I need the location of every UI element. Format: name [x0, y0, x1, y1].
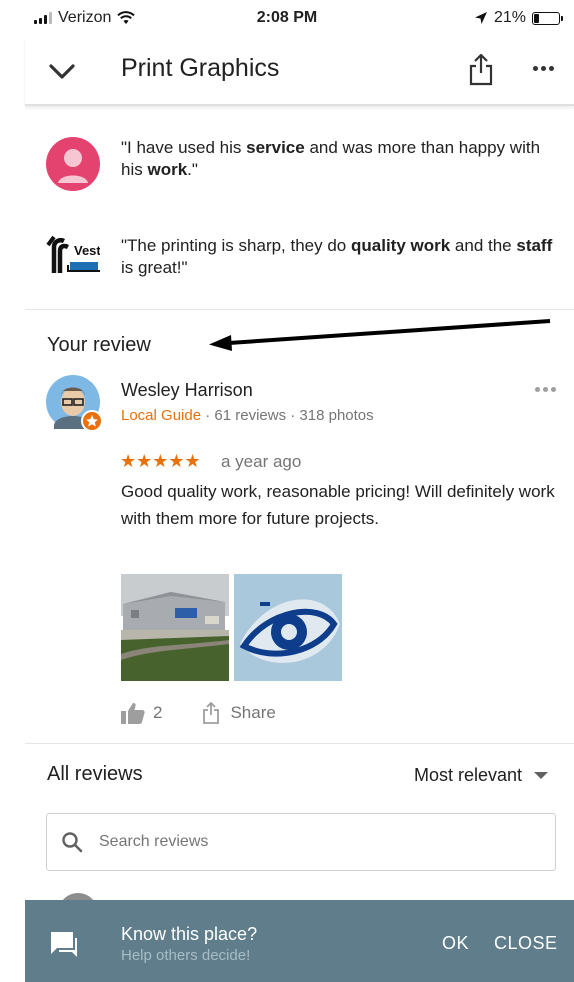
search-icon [62, 832, 83, 853]
reviewer-name[interactable]: Wesley Harrison [121, 380, 253, 401]
snippet-text-part: ." [187, 160, 198, 179]
caret-down-icon [534, 772, 548, 779]
reviewer-avatar[interactable] [46, 375, 103, 432]
review-photo-building[interactable] [121, 574, 229, 681]
review-more-button[interactable] [535, 387, 556, 392]
snippet-text-part: is great!" [121, 258, 188, 277]
location-arrow-icon [474, 12, 487, 24]
share-icon [469, 53, 493, 86]
snippet-keyword: service [246, 138, 305, 157]
share-button[interactable] [466, 52, 496, 86]
divider [25, 743, 574, 744]
your-review-heading: Your review [47, 334, 151, 356]
snippet-text: "I have used his service and was more th… [121, 137, 566, 181]
banner-title: Know this place? [121, 924, 258, 944]
review-actions: 2 Share [121, 702, 276, 724]
local-guide-badge: Local Guide [121, 407, 202, 424]
battery-icon [532, 11, 563, 25]
close-button[interactable]: CLOSE [494, 933, 558, 954]
divider [25, 309, 574, 310]
all-reviews-heading: All reviews [47, 763, 143, 785]
reviewer-stats: · 61 reviews · 318 photos [201, 407, 374, 424]
app-header: Print Graphics [25, 36, 574, 106]
sort-label: Most relevant [413, 765, 522, 785]
share-label: Share [230, 703, 276, 722]
annotation-arrow-icon [209, 319, 551, 351]
battery-level [534, 13, 539, 23]
reviewer-meta: Local Guide · 61 reviews · 318 photos [121, 407, 374, 424]
ok-button[interactable]: OK [442, 933, 469, 954]
search-reviews-input[interactable] [99, 833, 519, 851]
more-dot [541, 66, 546, 71]
status-bar: Verizon 2:08 PM 21% [0, 0, 574, 36]
battery-percent: 21% [493, 9, 526, 26]
thumb-up-icon [121, 703, 145, 724]
back-button[interactable] [47, 56, 77, 86]
more-dot [533, 66, 538, 71]
review-text: Good quality work, reasonable pricing! W… [121, 482, 555, 528]
more-dot [551, 387, 556, 392]
feedback-icon [51, 932, 77, 957]
more-dot [549, 66, 554, 71]
svg-text:Vest: Vest [74, 243, 100, 258]
like-button[interactable]: 2 [121, 702, 162, 724]
share-review-button[interactable]: Share [202, 702, 276, 724]
chevron-down-icon [49, 64, 75, 79]
status-right: 21% [474, 9, 563, 27]
person-avatar-icon [46, 137, 100, 191]
star-rating: ★★★★★ [120, 451, 201, 471]
more-dot [543, 387, 548, 392]
like-count: 2 [153, 703, 163, 722]
more-dot [535, 387, 540, 392]
snippet-keyword: staff [516, 236, 553, 255]
sort-dropdown[interactable]: Most relevant [414, 765, 548, 786]
snippet-text-part: "The printing is sharp, they do [121, 236, 351, 255]
review-date: a year ago [221, 452, 302, 471]
snippet-keyword: quality work [351, 236, 451, 255]
search-reviews-box[interactable] [46, 813, 556, 871]
snippet-text: "The printing is sharp, they do quality … [121, 235, 566, 279]
more-options-button[interactable] [533, 66, 554, 71]
place-title: Print Graphics [121, 54, 280, 82]
share-icon [203, 702, 220, 724]
review-photo-eye-logo[interactable] [234, 574, 342, 681]
vest-logo-icon: Vest [46, 235, 101, 289]
snippet-text-part: and the [450, 236, 517, 255]
snippet-text-part: "I have used his [121, 138, 247, 157]
banner-subtitle: Help others decide! [121, 947, 251, 964]
know-this-place-banner: Know this place? Help others decide! OK … [25, 900, 574, 982]
snippet-keyword: work [147, 160, 188, 179]
